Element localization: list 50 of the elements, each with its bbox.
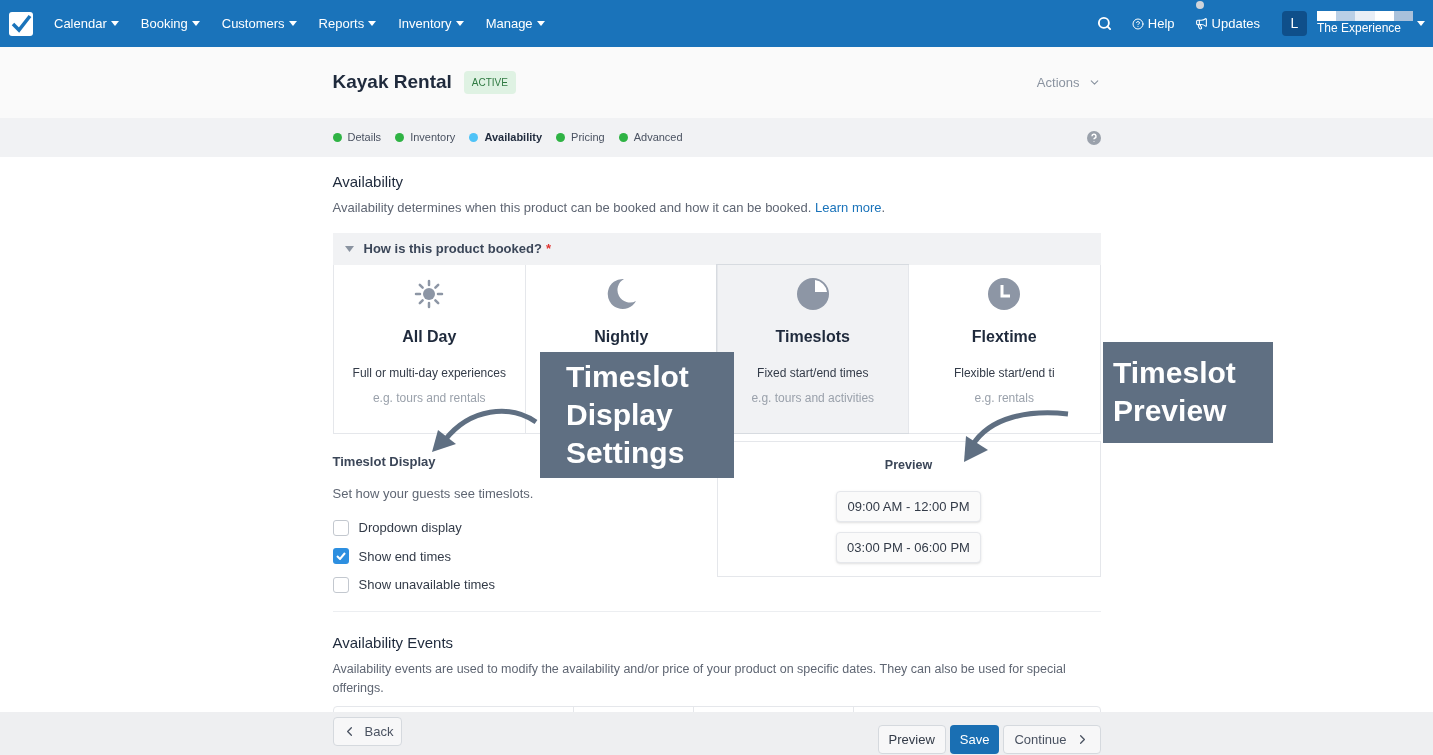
option-description: Full or multi-day experiences: [352, 365, 506, 382]
product-title: Kayak Rental: [332, 70, 452, 95]
option-title: Timeslots: [775, 327, 850, 347]
nav-menu[interactable]: Customers: [221, 13, 297, 34]
option-example: e.g. tours and activities: [751, 390, 875, 407]
callout-tooltip: Timeslot Display Settings: [540, 352, 734, 478]
option-example: e.g. rentals: [974, 390, 1034, 407]
section-description: Availability determines when this product can be booked and how it can be booked. Learn more.: [332, 198, 887, 217]
back-button[interactable]: Back: [332, 717, 403, 746]
section-heading: Availability: [332, 172, 405, 192]
section-heading: Availability Events: [332, 632, 455, 653]
updates-link[interactable]: Updates: [1194, 13, 1260, 34]
option-description: Flexible start/end ti: [953, 365, 1055, 382]
preview-title: Preview: [884, 457, 933, 474]
step-tab[interactable]: Inventory: [395, 129, 456, 146]
organization-name: The Experience: [1317, 21, 1403, 36]
step-tab[interactable]: Advanced: [618, 129, 683, 146]
option-title: Nightly: [594, 327, 649, 347]
step-tab[interactable]: Availability: [469, 129, 543, 146]
checkbox-label: Dropdown display: [358, 519, 462, 537]
accordion-header[interactable]: How is this product booked? *: [332, 233, 1101, 265]
nav-menu[interactable]: Booking: [140, 13, 200, 34]
checkbox-label: Show end times: [358, 547, 451, 566]
status-badge: ACTIVE: [463, 71, 516, 94]
nav-menu[interactable]: Reports: [318, 13, 377, 34]
option-example: e.g. tours and rentals: [372, 390, 486, 407]
step-tab[interactable]: Pricing: [556, 129, 605, 146]
booking-option-card[interactable]: Timeslots Fixed start/end times e.g. tours and activities: [716, 265, 908, 433]
step-tab[interactable]: Details: [332, 129, 382, 146]
option-description: Fixed start/end times: [757, 365, 869, 382]
timeslot-button[interactable]: 03:00 PM - 06:00 PM: [836, 531, 981, 563]
timeslot-button[interactable]: 09:00 AM - 12:00 PM: [836, 490, 981, 522]
section-description: Availability events are used to modify the availability and/or price of your product on specific dates. They can also be used for special offerings.: [332, 661, 1067, 697]
option-title: Flextime: [971, 327, 1037, 347]
continue-button[interactable]: Continue: [1003, 725, 1101, 754]
preview-button[interactable]: Preview: [877, 725, 946, 754]
nav-menu[interactable]: Calendar: [54, 13, 119, 34]
learn-more-link[interactable]: Learn more: [815, 199, 882, 215]
checkbox-label: Show unavailable times: [358, 576, 496, 594]
nav-menu[interactable]: Manage: [485, 13, 545, 34]
required-mark: *: [545, 240, 551, 259]
question-label: How is this product booked?: [363, 240, 542, 259]
help-link[interactable]: Help: [1131, 13, 1175, 34]
callout-tooltip: Timeslot Preview: [1103, 342, 1273, 443]
display-description: Set how your guests see timeslots.: [332, 486, 534, 501]
save-button[interactable]: Save: [949, 725, 1000, 754]
option-title: All Day: [402, 327, 457, 347]
display-title: Timeslot Display: [332, 454, 436, 469]
nav-menu[interactable]: Inventory: [398, 13, 464, 34]
user-avatar[interactable]: L: [1282, 11, 1307, 36]
